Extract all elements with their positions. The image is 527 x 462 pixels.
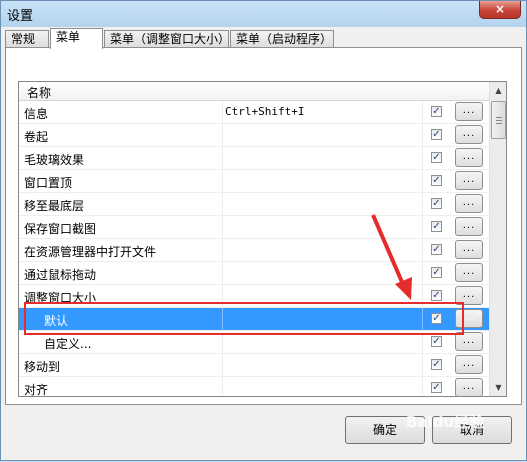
edit-item-button[interactable]: ... bbox=[455, 102, 483, 121]
enabled-checkbox[interactable]: ✓ bbox=[431, 152, 442, 163]
column-divider bbox=[422, 193, 423, 215]
scroll-up-icon[interactable]: ▲ bbox=[490, 82, 506, 99]
column-divider bbox=[422, 239, 423, 261]
column-divider bbox=[222, 124, 223, 146]
column-divider bbox=[422, 124, 423, 146]
list-row[interactable]: 通过鼠标拖动 ✓... bbox=[19, 262, 489, 285]
list-row[interactable]: 保存窗口截图 ✓... bbox=[19, 216, 489, 239]
column-divider bbox=[222, 193, 223, 215]
menu-item-name: 保存窗口截图 bbox=[24, 222, 97, 236]
list-row[interactable]: 对齐 ✓... bbox=[19, 377, 489, 397]
menu-item-name: 毛玻璃效果 bbox=[24, 153, 85, 167]
enabled-checkbox[interactable]: ✓ bbox=[431, 244, 442, 255]
column-divider bbox=[222, 170, 223, 192]
tab-menu-launch[interactable]: 菜单（启动程序） bbox=[230, 30, 334, 48]
column-divider bbox=[422, 216, 423, 238]
list-row[interactable]: 窗口置顶 ✓... bbox=[19, 170, 489, 193]
grip-line bbox=[496, 123, 502, 124]
highlight-box bbox=[24, 302, 464, 335]
menu-item-name: 对齐 bbox=[24, 383, 49, 397]
grip-line bbox=[496, 117, 502, 118]
enabled-checkbox[interactable]: ✓ bbox=[431, 336, 442, 347]
enabled-checkbox[interactable]: ✓ bbox=[431, 267, 442, 278]
column-divider bbox=[422, 354, 423, 376]
enabled-checkbox[interactable]: ✓ bbox=[431, 198, 442, 209]
menu-item-name: 在资源管理器中打开文件 bbox=[24, 245, 157, 259]
tab-general[interactable]: 常规 bbox=[5, 30, 49, 48]
list-row[interactable]: 信息 Ctrl+Shift+I ✓... bbox=[19, 101, 489, 124]
menu-item-name: 卷起 bbox=[24, 130, 49, 144]
column-divider bbox=[222, 101, 223, 123]
menu-item-name: 窗口置顶 bbox=[24, 176, 73, 190]
edit-item-button[interactable]: ... bbox=[455, 171, 483, 190]
window-title: 设置 bbox=[7, 9, 34, 24]
menu-item-name: 自定义... bbox=[44, 337, 92, 351]
edit-item-button[interactable]: ... bbox=[455, 355, 483, 374]
edit-item-button[interactable]: ... bbox=[455, 148, 483, 167]
grip-line bbox=[496, 120, 502, 121]
column-divider bbox=[222, 377, 223, 396]
tab-menu-resize[interactable]: 菜单（调整窗口大小） bbox=[104, 30, 230, 48]
tab-menu[interactable]: 菜单 bbox=[50, 28, 103, 49]
list-row[interactable]: 移至最底层 ✓... bbox=[19, 193, 489, 216]
menu-item-shortcut[interactable]: Ctrl+Shift+I bbox=[225, 105, 304, 118]
column-divider bbox=[422, 170, 423, 192]
list-row[interactable]: 在资源管理器中打开文件 ✓... bbox=[19, 239, 489, 262]
scroll-thumb[interactable] bbox=[491, 101, 506, 139]
edit-item-button[interactable]: ... bbox=[455, 378, 483, 396]
close-button[interactable]: × bbox=[479, 1, 521, 19]
column-divider bbox=[222, 262, 223, 284]
menu-item-name: 移至最底层 bbox=[24, 199, 85, 213]
title-bar[interactable]: 设置 × bbox=[1, 1, 526, 27]
watermark: Baidu经验 bbox=[406, 413, 485, 431]
edit-item-button[interactable]: ... bbox=[455, 217, 483, 236]
column-divider bbox=[422, 147, 423, 169]
column-divider bbox=[422, 262, 423, 284]
column-divider bbox=[222, 216, 223, 238]
enabled-checkbox[interactable]: ✓ bbox=[431, 221, 442, 232]
column-header-name[interactable]: 名称 bbox=[27, 84, 51, 101]
enabled-checkbox[interactable]: ✓ bbox=[431, 175, 442, 186]
enabled-checkbox[interactable]: ✓ bbox=[431, 359, 442, 370]
edit-item-button[interactable]: ... bbox=[455, 240, 483, 259]
menu-item-name: 通过鼠标拖动 bbox=[24, 268, 97, 282]
close-icon: × bbox=[494, 2, 506, 16]
column-divider bbox=[422, 377, 423, 396]
list-header: 名称 bbox=[19, 82, 489, 101]
settings-window: 设置 × 常规 菜单 菜单（调整窗口大小） 菜单（启动程序） 名称 信息 Ctrl… bbox=[0, 0, 527, 461]
menu-item-name: 移动到 bbox=[24, 360, 61, 374]
menu-item-name: 信息 bbox=[24, 107, 49, 121]
enabled-checkbox[interactable]: ✓ bbox=[431, 129, 442, 140]
enabled-checkbox[interactable]: ✓ bbox=[431, 382, 442, 393]
list-row[interactable]: 卷起 ✓... bbox=[19, 124, 489, 147]
list-row[interactable]: 毛玻璃效果 ✓... bbox=[19, 147, 489, 170]
column-divider bbox=[222, 239, 223, 261]
enabled-checkbox[interactable]: ✓ bbox=[431, 106, 442, 117]
column-divider bbox=[222, 147, 223, 169]
edit-item-button[interactable]: ... bbox=[455, 194, 483, 213]
column-divider bbox=[422, 101, 423, 123]
edit-item-button[interactable]: ... bbox=[455, 125, 483, 144]
enabled-checkbox[interactable]: ✓ bbox=[431, 290, 442, 301]
menu-item-list[interactable]: 名称 信息 Ctrl+Shift+I ✓... 卷起 ✓... 毛玻璃效果 ✓... 窗口置顶… bbox=[18, 81, 507, 397]
edit-item-button[interactable]: ... bbox=[455, 263, 483, 282]
scroll-down-icon[interactable]: ▼ bbox=[490, 379, 506, 396]
vertical-scrollbar[interactable]: ▲ ▼ bbox=[489, 82, 506, 396]
column-divider bbox=[222, 354, 223, 376]
list-row[interactable]: 移动到 ✓... bbox=[19, 354, 489, 377]
